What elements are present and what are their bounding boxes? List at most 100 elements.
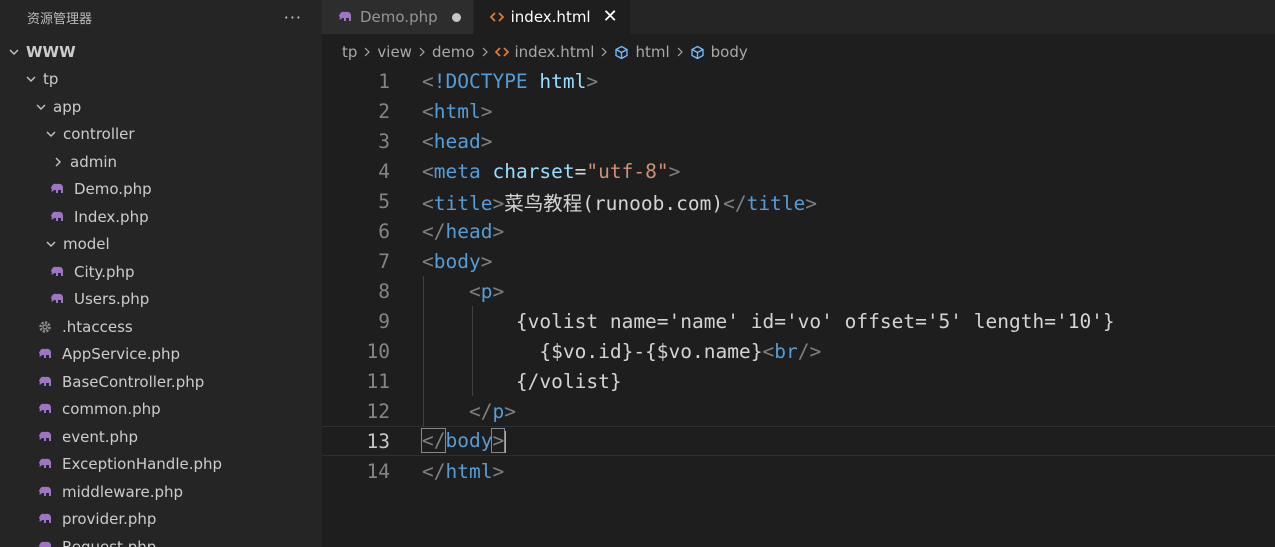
tab-index-html[interactable]: index.html ✕ bbox=[473, 0, 631, 34]
code-line[interactable]: 1 <!DOCTYPE html> bbox=[322, 66, 1275, 96]
breadcrumb-separator-icon bbox=[417, 47, 427, 57]
close-tab-button[interactable]: ✕ bbox=[603, 8, 618, 26]
breadcrumb-item[interactable]: html bbox=[614, 43, 670, 61]
line-number: 10 bbox=[366, 339, 390, 363]
tab-demo-php[interactable]: Demo.php bbox=[322, 0, 474, 34]
breadcrumb-label: index.html bbox=[514, 43, 595, 61]
code-line[interactable]: 8 <p> bbox=[322, 276, 1275, 306]
tab-bar: Demo.php index.html ✕ bbox=[322, 0, 1275, 34]
tree-item-label: Request.php bbox=[62, 537, 157, 547]
tree-item[interactable]: common.php bbox=[0, 396, 322, 424]
code-line[interactable]: 9 {volist name='name' id='vo' offset='5'… bbox=[322, 306, 1275, 336]
code-token: < bbox=[422, 191, 434, 215]
code-token: < bbox=[762, 339, 775, 363]
code-token: </ bbox=[723, 191, 747, 215]
code-token: > bbox=[480, 249, 493, 273]
gear-icon bbox=[38, 320, 58, 334]
code-text: <!DOCTYPE html> bbox=[422, 70, 598, 93]
code-token: body bbox=[445, 429, 493, 453]
tree-item[interactable]: .htaccess bbox=[0, 313, 322, 341]
code-token: "utf-8" bbox=[586, 159, 669, 183]
tree-item[interactable]: Request.php bbox=[0, 533, 322, 547]
code-token: p bbox=[480, 279, 493, 303]
breadcrumb-item[interactable]: view bbox=[377, 43, 412, 61]
editor-area: Demo.php index.html ✕ tp view demo index.html… bbox=[322, 0, 1275, 547]
php-elephant-icon bbox=[38, 541, 58, 547]
code-token: > bbox=[504, 399, 516, 423]
code-line[interactable]: 4 <meta charset="utf-8"> bbox=[322, 156, 1275, 186]
tab-label: index.html bbox=[510, 8, 591, 26]
code-token: > bbox=[805, 191, 818, 215]
code-line[interactable]: 5 <title>菜鸟教程(runoob.com)</title> bbox=[322, 186, 1275, 216]
code-line[interactable]: 14 </html> bbox=[322, 456, 1275, 486]
code-text: <title>菜鸟教程(runoob.com)</title> bbox=[422, 187, 817, 216]
breadcrumb-item[interactable]: demo bbox=[432, 43, 475, 61]
line-number: 2 bbox=[378, 99, 390, 123]
tree-item[interactable]: app bbox=[0, 93, 322, 121]
tree-item[interactable]: BaseController.php bbox=[0, 368, 322, 396]
tree-item-label: Index.php bbox=[74, 207, 149, 226]
code-editor[interactable]: 1 <!DOCTYPE html> 2 <html> 3 <head> 4 <meta cha… bbox=[322, 66, 1275, 486]
chevron-down-icon bbox=[23, 73, 39, 85]
line-number: 12 bbox=[366, 399, 390, 423]
tree-item[interactable]: Users.php bbox=[0, 286, 322, 314]
code-text: <head> bbox=[422, 130, 492, 153]
chevron-down-icon bbox=[33, 101, 49, 113]
unsaved-dot-icon[interactable] bbox=[451, 12, 461, 22]
code-line[interactable]: 11 {/volist} bbox=[322, 366, 1275, 396]
tree-item[interactable]: controller bbox=[0, 121, 322, 149]
tree-item[interactable]: event.php bbox=[0, 423, 322, 451]
code-token: > bbox=[492, 219, 505, 243]
tree-item[interactable]: Demo.php bbox=[0, 176, 322, 204]
tree-item[interactable]: WWW bbox=[0, 38, 322, 66]
tree-item-label: middleware.php bbox=[62, 482, 184, 501]
tree-item-label: City.php bbox=[74, 262, 135, 281]
tree-item[interactable]: AppService.php bbox=[0, 341, 322, 369]
code-line[interactable]: 6 </head> bbox=[322, 216, 1275, 246]
code-token: < bbox=[468, 279, 481, 303]
tab-label: Demo.php bbox=[360, 8, 438, 26]
code-line[interactable]: 7 <body> bbox=[322, 246, 1275, 276]
tree-item-label: common.php bbox=[62, 400, 161, 419]
tree-item[interactable]: Index.php bbox=[0, 203, 322, 231]
tree-item-label: model bbox=[63, 235, 110, 254]
breadcrumb-item[interactable]: index.html bbox=[494, 43, 595, 61]
code-token: !DOCTYPE bbox=[433, 69, 528, 93]
chevron-down-icon bbox=[43, 238, 59, 250]
tree-item-label: Users.php bbox=[74, 290, 150, 309]
breadcrumb-item[interactable]: body bbox=[690, 43, 748, 61]
breadcrumb-separator-icon bbox=[599, 47, 609, 57]
code-text: {$vo.id}-{$vo.name}<br/> bbox=[422, 340, 821, 363]
code-line[interactable]: 3 <head> bbox=[322, 126, 1275, 156]
code-text: </body> bbox=[420, 428, 507, 454]
explorer-sidebar: 资源管理器 ··· WWW tp app controller admin Demo.ph… bbox=[0, 0, 322, 547]
tree-item[interactable]: provider.php bbox=[0, 506, 322, 534]
code-line[interactable]: 10 {$vo.id}-{$vo.name}<br/> bbox=[322, 336, 1275, 366]
tree-item-label: tp bbox=[43, 70, 59, 89]
code-token: html bbox=[433, 99, 481, 123]
line-number: 3 bbox=[378, 129, 390, 153]
tree-item[interactable]: middleware.php bbox=[0, 478, 322, 506]
code-token: html bbox=[445, 459, 493, 483]
code-token: meta bbox=[433, 159, 481, 183]
code-line[interactable]: 12 </p> bbox=[322, 396, 1275, 426]
tree-item[interactable]: tp bbox=[0, 66, 322, 94]
breadcrumb-separator-icon bbox=[362, 47, 372, 57]
php-elephant-icon bbox=[38, 348, 58, 360]
php-elephant-icon bbox=[50, 293, 70, 305]
code-line[interactable]: 2 <html> bbox=[322, 96, 1275, 126]
tree-item[interactable]: ExceptionHandle.php bbox=[0, 451, 322, 479]
html-code-icon bbox=[494, 46, 509, 58]
more-actions-button[interactable]: ··· bbox=[284, 8, 302, 27]
tree-item[interactable]: model bbox=[0, 231, 322, 259]
text-cursor bbox=[504, 430, 507, 453]
breadcrumb-separator-icon bbox=[480, 47, 490, 57]
php-elephant-icon bbox=[50, 266, 70, 278]
line-number: 4 bbox=[378, 159, 390, 183]
code-token: > bbox=[492, 279, 505, 303]
tree-item[interactable]: City.php bbox=[0, 258, 322, 286]
breadcrumb-item[interactable]: tp bbox=[342, 43, 357, 61]
code-line[interactable]: 13 </body> bbox=[322, 426, 1275, 456]
tree-item[interactable]: admin bbox=[0, 148, 322, 176]
code-token: head bbox=[445, 219, 493, 243]
